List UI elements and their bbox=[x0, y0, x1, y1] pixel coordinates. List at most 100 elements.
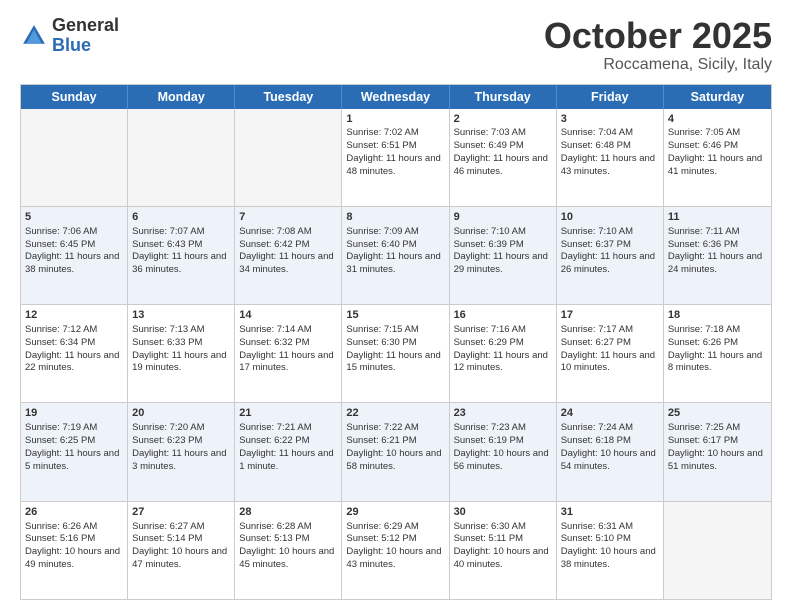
week-row-4: 19Sunrise: 7:19 AM Sunset: 6:25 PM Dayli… bbox=[21, 403, 771, 501]
day-header-tuesday: Tuesday bbox=[235, 85, 342, 109]
day-info: Sunrise: 7:20 AM Sunset: 6:23 PM Dayligh… bbox=[132, 422, 226, 471]
day-cell-16: 16Sunrise: 7:16 AM Sunset: 6:29 PM Dayli… bbox=[450, 305, 557, 402]
logo-text: General Blue bbox=[52, 16, 119, 56]
empty-cell-0-1 bbox=[128, 109, 235, 206]
day-number: 25 bbox=[668, 406, 767, 421]
day-info: Sunrise: 6:29 AM Sunset: 5:12 PM Dayligh… bbox=[346, 521, 441, 570]
day-info: Sunrise: 7:19 AM Sunset: 6:25 PM Dayligh… bbox=[25, 422, 119, 471]
day-cell-15: 15Sunrise: 7:15 AM Sunset: 6:30 PM Dayli… bbox=[342, 305, 449, 402]
day-info: Sunrise: 7:10 AM Sunset: 6:37 PM Dayligh… bbox=[561, 226, 655, 275]
day-header-sunday: Sunday bbox=[21, 85, 128, 109]
day-cell-11: 11Sunrise: 7:11 AM Sunset: 6:36 PM Dayli… bbox=[664, 207, 771, 304]
week-row-5: 26Sunrise: 6:26 AM Sunset: 5:16 PM Dayli… bbox=[21, 502, 771, 599]
day-cell-27: 27Sunrise: 6:27 AM Sunset: 5:14 PM Dayli… bbox=[128, 502, 235, 599]
day-cell-23: 23Sunrise: 7:23 AM Sunset: 6:19 PM Dayli… bbox=[450, 403, 557, 500]
day-cell-6: 6Sunrise: 7:07 AM Sunset: 6:43 PM Daylig… bbox=[128, 207, 235, 304]
logo-icon bbox=[20, 22, 48, 50]
day-info: Sunrise: 6:27 AM Sunset: 5:14 PM Dayligh… bbox=[132, 521, 227, 570]
day-header-monday: Monday bbox=[128, 85, 235, 109]
day-number: 1 bbox=[346, 112, 444, 127]
day-number: 14 bbox=[239, 308, 337, 323]
day-header-thursday: Thursday bbox=[450, 85, 557, 109]
day-info: Sunrise: 7:11 AM Sunset: 6:36 PM Dayligh… bbox=[668, 226, 762, 275]
calendar: SundayMondayTuesdayWednesdayThursdayFrid… bbox=[20, 84, 772, 600]
week-row-3: 12Sunrise: 7:12 AM Sunset: 6:34 PM Dayli… bbox=[21, 305, 771, 403]
day-info: Sunrise: 6:30 AM Sunset: 5:11 PM Dayligh… bbox=[454, 521, 549, 570]
month-title: October 2025 bbox=[544, 16, 772, 56]
day-info: Sunrise: 7:24 AM Sunset: 6:18 PM Dayligh… bbox=[561, 422, 656, 471]
day-number: 23 bbox=[454, 406, 552, 421]
day-number: 19 bbox=[25, 406, 123, 421]
day-info: Sunrise: 7:12 AM Sunset: 6:34 PM Dayligh… bbox=[25, 324, 119, 373]
day-number: 29 bbox=[346, 505, 444, 520]
empty-cell-0-2 bbox=[235, 109, 342, 206]
day-number: 22 bbox=[346, 406, 444, 421]
day-number: 2 bbox=[454, 112, 552, 127]
day-info: Sunrise: 7:10 AM Sunset: 6:39 PM Dayligh… bbox=[454, 226, 548, 275]
day-info: Sunrise: 6:31 AM Sunset: 5:10 PM Dayligh… bbox=[561, 521, 656, 570]
day-number: 12 bbox=[25, 308, 123, 323]
day-number: 17 bbox=[561, 308, 659, 323]
day-cell-17: 17Sunrise: 7:17 AM Sunset: 6:27 PM Dayli… bbox=[557, 305, 664, 402]
day-info: Sunrise: 7:09 AM Sunset: 6:40 PM Dayligh… bbox=[346, 226, 440, 275]
day-number: 6 bbox=[132, 210, 230, 225]
day-info: Sunrise: 7:17 AM Sunset: 6:27 PM Dayligh… bbox=[561, 324, 655, 373]
day-number: 10 bbox=[561, 210, 659, 225]
day-number: 13 bbox=[132, 308, 230, 323]
day-info: Sunrise: 7:22 AM Sunset: 6:21 PM Dayligh… bbox=[346, 422, 441, 471]
calendar-header: SundayMondayTuesdayWednesdayThursdayFrid… bbox=[21, 85, 771, 109]
day-cell-12: 12Sunrise: 7:12 AM Sunset: 6:34 PM Dayli… bbox=[21, 305, 128, 402]
day-number: 20 bbox=[132, 406, 230, 421]
day-number: 31 bbox=[561, 505, 659, 520]
day-info: Sunrise: 7:06 AM Sunset: 6:45 PM Dayligh… bbox=[25, 226, 119, 275]
day-cell-21: 21Sunrise: 7:21 AM Sunset: 6:22 PM Dayli… bbox=[235, 403, 342, 500]
logo: General Blue bbox=[20, 16, 119, 56]
day-info: Sunrise: 7:13 AM Sunset: 6:33 PM Dayligh… bbox=[132, 324, 226, 373]
day-header-friday: Friday bbox=[557, 85, 664, 109]
day-number: 27 bbox=[132, 505, 230, 520]
day-cell-26: 26Sunrise: 6:26 AM Sunset: 5:16 PM Dayli… bbox=[21, 502, 128, 599]
day-info: Sunrise: 6:26 AM Sunset: 5:16 PM Dayligh… bbox=[25, 521, 120, 570]
week-row-2: 5Sunrise: 7:06 AM Sunset: 6:45 PM Daylig… bbox=[21, 207, 771, 305]
day-info: Sunrise: 7:08 AM Sunset: 6:42 PM Dayligh… bbox=[239, 226, 333, 275]
day-cell-10: 10Sunrise: 7:10 AM Sunset: 6:37 PM Dayli… bbox=[557, 207, 664, 304]
day-number: 26 bbox=[25, 505, 123, 520]
week-row-1: 1Sunrise: 7:02 AM Sunset: 6:51 PM Daylig… bbox=[21, 109, 771, 207]
day-number: 8 bbox=[346, 210, 444, 225]
logo-blue-text: Blue bbox=[52, 36, 119, 56]
day-info: Sunrise: 7:23 AM Sunset: 6:19 PM Dayligh… bbox=[454, 422, 549, 471]
day-info: Sunrise: 6:28 AM Sunset: 5:13 PM Dayligh… bbox=[239, 521, 334, 570]
day-number: 9 bbox=[454, 210, 552, 225]
day-cell-14: 14Sunrise: 7:14 AM Sunset: 6:32 PM Dayli… bbox=[235, 305, 342, 402]
day-cell-3: 3Sunrise: 7:04 AM Sunset: 6:48 PM Daylig… bbox=[557, 109, 664, 206]
day-info: Sunrise: 7:07 AM Sunset: 6:43 PM Dayligh… bbox=[132, 226, 226, 275]
day-number: 5 bbox=[25, 210, 123, 225]
day-info: Sunrise: 7:14 AM Sunset: 6:32 PM Dayligh… bbox=[239, 324, 333, 373]
day-info: Sunrise: 7:25 AM Sunset: 6:17 PM Dayligh… bbox=[668, 422, 763, 471]
day-number: 15 bbox=[346, 308, 444, 323]
empty-cell-0-0 bbox=[21, 109, 128, 206]
day-info: Sunrise: 7:21 AM Sunset: 6:22 PM Dayligh… bbox=[239, 422, 333, 471]
day-cell-5: 5Sunrise: 7:06 AM Sunset: 6:45 PM Daylig… bbox=[21, 207, 128, 304]
day-number: 18 bbox=[668, 308, 767, 323]
day-number: 4 bbox=[668, 112, 767, 127]
day-cell-28: 28Sunrise: 6:28 AM Sunset: 5:13 PM Dayli… bbox=[235, 502, 342, 599]
logo-general-text: General bbox=[52, 16, 119, 36]
day-cell-4: 4Sunrise: 7:05 AM Sunset: 6:46 PM Daylig… bbox=[664, 109, 771, 206]
day-cell-19: 19Sunrise: 7:19 AM Sunset: 6:25 PM Dayli… bbox=[21, 403, 128, 500]
day-info: Sunrise: 7:02 AM Sunset: 6:51 PM Dayligh… bbox=[346, 127, 440, 176]
day-cell-24: 24Sunrise: 7:24 AM Sunset: 6:18 PM Dayli… bbox=[557, 403, 664, 500]
day-number: 21 bbox=[239, 406, 337, 421]
page: General Blue October 2025 Roccamena, Sic… bbox=[0, 0, 792, 612]
day-number: 16 bbox=[454, 308, 552, 323]
day-cell-7: 7Sunrise: 7:08 AM Sunset: 6:42 PM Daylig… bbox=[235, 207, 342, 304]
day-cell-30: 30Sunrise: 6:30 AM Sunset: 5:11 PM Dayli… bbox=[450, 502, 557, 599]
day-cell-31: 31Sunrise: 6:31 AM Sunset: 5:10 PM Dayli… bbox=[557, 502, 664, 599]
day-info: Sunrise: 7:04 AM Sunset: 6:48 PM Dayligh… bbox=[561, 127, 655, 176]
day-cell-9: 9Sunrise: 7:10 AM Sunset: 6:39 PM Daylig… bbox=[450, 207, 557, 304]
day-cell-18: 18Sunrise: 7:18 AM Sunset: 6:26 PM Dayli… bbox=[664, 305, 771, 402]
day-header-saturday: Saturday bbox=[664, 85, 771, 109]
day-number: 11 bbox=[668, 210, 767, 225]
day-cell-8: 8Sunrise: 7:09 AM Sunset: 6:40 PM Daylig… bbox=[342, 207, 449, 304]
day-info: Sunrise: 7:18 AM Sunset: 6:26 PM Dayligh… bbox=[668, 324, 762, 373]
